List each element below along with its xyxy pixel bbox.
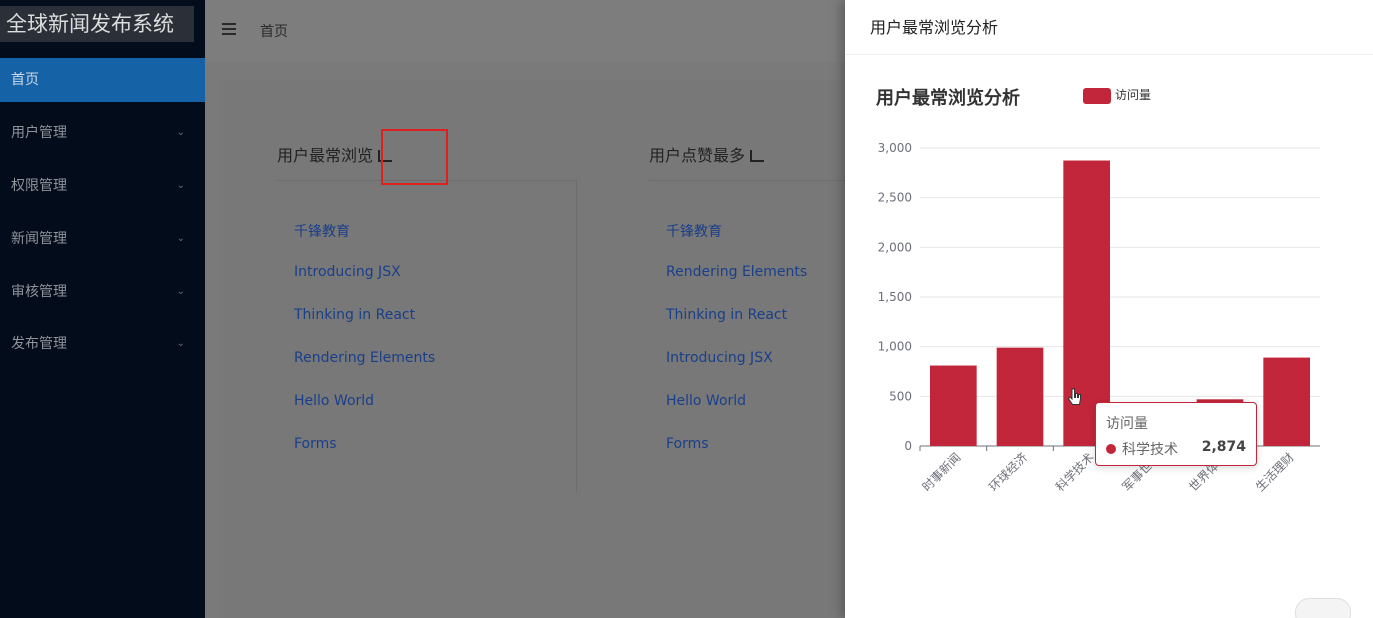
x-tick-label: 时事新闻: [919, 450, 964, 495]
list-item[interactable]: Introducing JSX: [666, 350, 773, 366]
sidebar-item-user-management[interactable]: 用户管理 ⌄: [0, 111, 205, 155]
tooltip-category: 科学技术: [1122, 442, 1178, 458]
y-tick-label: 500: [889, 389, 912, 403]
list-item[interactable]: Rendering Elements: [666, 264, 807, 280]
x-tick-label: 环球经济: [986, 450, 1031, 495]
sidebar-item-label: 审核管理: [11, 284, 67, 300]
x-tick-label: 科学技术: [1052, 450, 1097, 495]
sidebar-item-news-management[interactable]: 新闻管理 ⌄: [0, 217, 205, 261]
sidebar-item-label: 新闻管理: [11, 231, 67, 247]
legend-label: 访问量: [1115, 88, 1152, 102]
card-title: 用户点赞最多: [649, 142, 765, 166]
hand-cursor-icon: [1068, 388, 1081, 405]
chevron-down-icon: ⌄: [176, 338, 185, 349]
y-tick-label: 1,000: [878, 340, 912, 354]
list-item[interactable]: 千锋教育: [294, 221, 350, 241]
list-item[interactable]: Thinking in React: [666, 307, 787, 323]
menu-fold-icon[interactable]: [222, 23, 236, 37]
tooltip-dot: [1106, 444, 1116, 454]
highlight-box: [381, 129, 448, 185]
list-item[interactable]: Rendering Elements: [294, 350, 435, 366]
legend-swatch: [1083, 87, 1111, 104]
sidebar-item-audit-management[interactable]: 审核管理 ⌄: [0, 270, 205, 314]
bar: [930, 365, 977, 446]
list-item[interactable]: Introducing JSX: [294, 264, 401, 280]
sidebar-item-publish-management[interactable]: 发布管理 ⌄: [0, 322, 205, 366]
y-tick-label: 2,000: [878, 240, 912, 254]
chart-title: 用户最常浏览分析: [876, 88, 1020, 109]
y-tick-label: 3,000: [878, 141, 912, 155]
list-item[interactable]: Forms: [294, 436, 337, 452]
card-list: 千锋教育 Introducing JSX Thinking in React R…: [277, 180, 577, 492]
y-tick-label: 0: [904, 439, 912, 453]
chevron-down-icon: ⌄: [176, 233, 185, 244]
list-item[interactable]: 千锋教育: [666, 221, 722, 241]
sidebar-item-label: 首页: [11, 72, 39, 88]
list-item[interactable]: Thinking in React: [294, 307, 415, 323]
tooltip-value: 2,874: [1201, 439, 1246, 455]
sidebar: 全球新闻发布系统 首页 用户管理 ⌄ 权限管理 ⌄ 新闻管理 ⌄ 审核管理 ⌄ …: [0, 0, 205, 618]
sidebar-item-label: 权限管理: [11, 178, 67, 194]
list-item[interactable]: Hello World: [294, 393, 374, 409]
sidebar-item-label: 发布管理: [11, 336, 67, 352]
card-title: 用户最常浏览: [277, 142, 393, 166]
divider: [845, 54, 1373, 55]
chart-legend[interactable]: 访问量: [1083, 86, 1151, 104]
bar: [1263, 357, 1310, 446]
sidebar-item-home[interactable]: 首页: [0, 58, 205, 102]
bar: [996, 347, 1044, 446]
chart-drawer: 用户最常浏览分析 用户最常浏览分析 访问量 0 500 1,000 1,500 2,00…: [845, 0, 1373, 618]
y-tick-label: 2,500: [878, 191, 912, 205]
bar-chart-icon[interactable]: [750, 150, 765, 162]
list-item[interactable]: Hello World: [666, 393, 746, 409]
chevron-down-icon: ⌄: [176, 286, 185, 297]
tooltip-series: 访问量: [1106, 416, 1148, 432]
list-item[interactable]: Forms: [666, 436, 709, 452]
chart-tooltip: 访问量 科学技术 2,874: [1095, 402, 1257, 466]
y-tick-label: 1,500: [878, 290, 912, 304]
sidebar-item-label: 用户管理: [11, 125, 67, 141]
floating-action-button[interactable]: [1295, 598, 1351, 618]
chevron-down-icon: ⌄: [176, 180, 185, 191]
chevron-down-icon: ⌄: [176, 127, 185, 138]
breadcrumb: 首页: [260, 24, 288, 40]
sidebar-item-permission-management[interactable]: 权限管理 ⌄: [0, 164, 205, 208]
drawer-title: 用户最常浏览分析: [870, 18, 999, 37]
top-header: 首页: [205, 0, 845, 62]
x-tick-label: 生活理财: [1253, 450, 1297, 494]
app-title: 全球新闻发布系统: [0, 6, 194, 42]
